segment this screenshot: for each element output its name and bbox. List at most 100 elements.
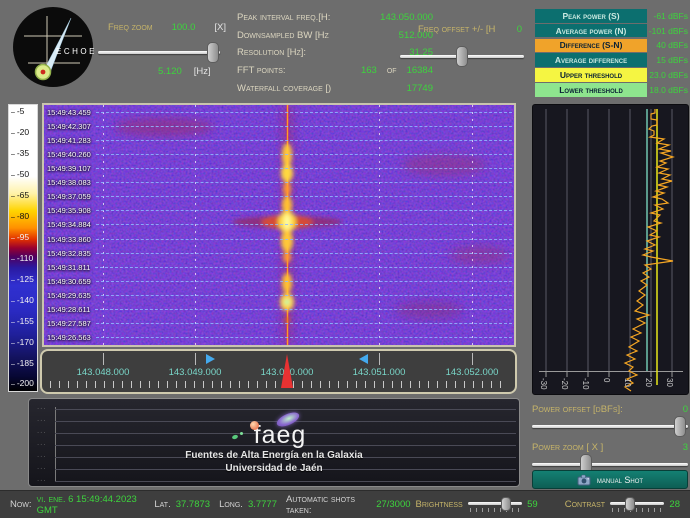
power-plot-tick: -10 xyxy=(581,378,590,390)
threshold-row-difference: Difference (S-N) 40 dBFs xyxy=(535,39,688,53)
brightness-slider-handle[interactable] xyxy=(501,497,511,511)
power-zoom-slider-track[interactable] xyxy=(532,463,688,466)
row-dash-line xyxy=(96,224,512,225)
power-plot-tick: 10 xyxy=(623,378,632,387)
power-plot-graphic xyxy=(533,105,688,394)
row-dash-line xyxy=(96,154,512,155)
brightness-slider[interactable] xyxy=(468,497,522,513)
power-offset-slider[interactable] xyxy=(532,416,688,438)
power-plot-tick: -30 xyxy=(539,378,548,390)
threshold-value: 15 dBFs xyxy=(647,55,688,65)
freq-offset-label: Freq offset +/- [H xyxy=(418,24,495,35)
power-trace xyxy=(625,109,673,391)
power-offset-value: 0 xyxy=(683,404,688,415)
echoes-logo: ECHOES xyxy=(12,6,94,88)
freq-zoom-slider[interactable] xyxy=(98,42,220,64)
colorbar-tick: -80 xyxy=(11,211,29,221)
history-tick-label: ··· xyxy=(37,477,53,484)
brightness-slider-track[interactable] xyxy=(468,502,522,505)
row-dash-line xyxy=(96,239,512,240)
latitude-label: Lat. xyxy=(154,499,170,510)
shots-taken-label: Automatic shots taken: xyxy=(286,494,371,516)
freq-zoom-slider-track[interactable] xyxy=(98,51,220,54)
peak-frequency-marker-icon xyxy=(281,354,293,388)
contrast-slider-handle[interactable] xyxy=(625,497,635,511)
waterfall-timestamp: 15:49:30.659 xyxy=(47,277,91,286)
freq-offset-row: Freq offset +/- [H 0 xyxy=(418,24,522,35)
freq-zoom-slider-handle[interactable] xyxy=(207,42,219,63)
freq-offset-value: 0 xyxy=(517,24,522,35)
threshold-label: Average difference xyxy=(535,53,647,67)
contrast-slider[interactable] xyxy=(610,497,664,513)
manual-shot-label: manual Shot xyxy=(597,475,643,485)
waterfall-row: 15:49:39.107 xyxy=(44,161,514,175)
waterfall-timestamp: 15:49:34.884 xyxy=(47,220,91,229)
freq-zoom-label: Freq zoom xyxy=(108,22,153,33)
freq-offset-slider[interactable] xyxy=(400,46,524,68)
stat-downsampled-bw: Downsampled BW [Hz 512.000 xyxy=(237,27,433,45)
waterfall-timestamp: 15:49:35.908 xyxy=(47,206,91,215)
colorbar-tick: -170 xyxy=(11,337,34,347)
freq-offset-slider-handle[interactable] xyxy=(456,46,468,67)
row-dash-line xyxy=(96,140,512,141)
waterfall-timestamp: 15:49:32.835 xyxy=(47,249,91,258)
freq-step-unit: [Hz] xyxy=(194,66,211,77)
lower-bound-marker-icon[interactable] xyxy=(206,354,215,364)
waterfall-row: 15:49:35.908 xyxy=(44,204,514,218)
colorbar-tick: -155 xyxy=(11,316,34,326)
waterfall-timestamp: 15:49:28.611 xyxy=(47,305,90,314)
stat-waterfall-coverage: Waterfall coverage [) 17749 xyxy=(237,79,433,97)
frequency-axis: 143.048.000 143.049.000 143.050.000 143.… xyxy=(40,349,517,394)
waterfall-timestamp: 15:49:26.563 xyxy=(47,333,91,342)
waterfall-timestamp: 15:49:37.059 xyxy=(47,192,91,201)
power-offset-slider-track[interactable] xyxy=(532,425,688,428)
contrast-value: 28 xyxy=(669,499,680,510)
row-dash-line xyxy=(96,182,512,183)
row-dash-line xyxy=(96,281,512,282)
manual-shot-button[interactable]: manual Shot xyxy=(532,470,688,489)
threshold-value: -61 dBFs xyxy=(647,11,688,21)
gridline xyxy=(55,481,516,482)
waterfall-timestamp: 15:49:38.083 xyxy=(47,178,91,187)
waterfall-row: 15:49:38.083 xyxy=(44,176,514,190)
threshold-label: Average power (N) xyxy=(535,24,647,38)
contrast-slider-track[interactable] xyxy=(610,502,664,505)
freq-step-value: 5.120 xyxy=(158,66,182,77)
minor-ticks xyxy=(50,381,507,388)
history-tick-label: ··· xyxy=(37,405,53,412)
colorbar-tick: -125 xyxy=(11,274,34,284)
brand-university: Universidad de Jaén xyxy=(29,463,519,474)
freq-zoom-row: Freq zoom 100.0 [X] xyxy=(108,22,226,33)
waterfall-row: 15:49:29.635 xyxy=(44,288,514,302)
power-offset-slider-handle[interactable] xyxy=(674,416,686,437)
waterfall-row: 15:49:42.307 xyxy=(44,119,514,133)
colorbar-tick: -65 xyxy=(11,190,29,200)
now-label: Now: xyxy=(10,499,32,510)
threshold-label: Difference (S-N) xyxy=(535,39,647,53)
threshold-value: 40 dBFs xyxy=(647,40,688,50)
waterfall-row: 15:49:40.260 xyxy=(44,147,514,161)
waterfall-row: 15:49:30.659 xyxy=(44,274,514,288)
thresholds-panel: Peak power (S) -61 dBFs Average power (N… xyxy=(535,9,688,97)
colorbar-tick: -95 xyxy=(11,232,29,242)
major-tick xyxy=(103,353,104,365)
stat-label: FFT points: xyxy=(237,65,286,76)
threshold-row-average-difference: Average difference 15 dBFs xyxy=(535,53,688,67)
major-tick xyxy=(472,353,473,365)
colorbar-tick: -20 xyxy=(11,127,29,137)
waterfall-timestamp: 15:49:42.307 xyxy=(47,122,91,131)
row-dash-line xyxy=(96,337,512,338)
power-offset-row: Power offset [dBFs]: 0 xyxy=(532,404,688,415)
threshold-row-upper-threshold: Upper threshold 23.0 dBFs xyxy=(535,68,688,82)
row-dash-line xyxy=(96,253,512,254)
stat-label: Peak interval freq.[H: xyxy=(237,12,330,23)
waterfall-row: 15:49:41.283 xyxy=(44,133,514,147)
waterfall-row: 15:49:33.860 xyxy=(44,232,514,246)
freq-axis-label: 143.048.000 xyxy=(67,367,139,378)
waterfall-timestamp: 15:49:33.860 xyxy=(47,235,91,244)
upper-bound-marker-icon[interactable] xyxy=(359,354,368,364)
row-dash-line xyxy=(96,112,512,113)
stat-label: Downsampled BW [Hz xyxy=(237,30,329,41)
longitude-value: 3.7777 xyxy=(248,499,277,510)
power-plot-tick: 0 xyxy=(602,378,611,382)
